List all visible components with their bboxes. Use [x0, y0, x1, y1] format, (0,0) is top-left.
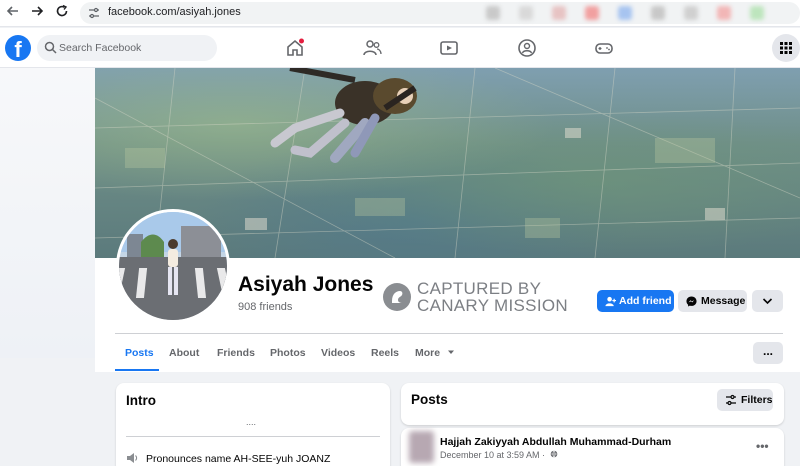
browser-extension-icon[interactable]: [519, 6, 533, 20]
intro-ellipsis: ....: [246, 417, 257, 427]
post-timestamp[interactable]: December 10 at 3:59 AM ·: [440, 450, 558, 460]
browser-extension-icon[interactable]: [486, 6, 500, 20]
canary-icon: [383, 283, 411, 311]
browser-extension-icon[interactable]: [585, 6, 599, 20]
post-author-name[interactable]: Hajjah Zakiyyah Abdullah Muhammad-Durham: [440, 436, 671, 448]
add-friend-label: Add friend: [619, 295, 672, 307]
tab-more-label: More: [415, 347, 441, 359]
posts-title: Posts: [411, 392, 448, 407]
add-person-icon: [605, 296, 616, 307]
gaming-icon[interactable]: [594, 38, 614, 58]
search-box[interactable]: Search Facebook: [37, 35, 217, 61]
browser-extension-icon[interactable]: [651, 6, 665, 20]
intro-title: Intro: [126, 393, 156, 408]
filters-button[interactable]: Filters: [717, 389, 773, 411]
post-options-button[interactable]: •••: [756, 439, 769, 453]
profile-name: Asiyah Jones: [238, 273, 374, 296]
tab-reels[interactable]: Reels: [371, 347, 399, 359]
reload-button[interactable]: [53, 4, 71, 22]
left-gutter: [0, 68, 95, 358]
add-friend-button[interactable]: Add friend: [597, 290, 674, 312]
home-icon[interactable]: [285, 38, 305, 58]
browser-extension-icon[interactable]: [618, 6, 632, 20]
arrow-left-icon: [6, 6, 18, 16]
back-button[interactable]: [4, 4, 22, 22]
tab-posts[interactable]: Posts: [125, 347, 154, 359]
browser-extension-icon[interactable]: [552, 6, 566, 20]
tab-friends[interactable]: Friends: [217, 347, 255, 359]
tab-photos[interactable]: Photos: [270, 347, 306, 359]
filters-label: Filters: [741, 394, 773, 406]
apps-menu-button[interactable]: [772, 34, 800, 62]
message-button[interactable]: Message: [678, 290, 747, 312]
search-input[interactable]: Search Facebook: [59, 42, 141, 54]
grid-menu-icon: [780, 42, 792, 54]
facebook-logo[interactable]: f: [5, 35, 31, 61]
url-text: facebook.com/asiyah.jones: [108, 6, 241, 18]
watch-icon[interactable]: [439, 38, 459, 58]
profile-options-button[interactable]: [752, 290, 783, 312]
pronunciation-text: Pronounces name AH-SEE-yuh JOANZ: [146, 453, 331, 465]
active-tab-indicator: [115, 369, 159, 371]
site-settings-icon[interactable]: [88, 7, 100, 22]
tab-videos[interactable]: Videos: [321, 347, 355, 359]
browser-extension-icon[interactable]: [717, 6, 731, 20]
browser-toolbar: facebook.com/asiyah.jones: [0, 0, 800, 27]
watermark-line-2: CANARY MISSION: [417, 296, 568, 315]
messenger-icon: [686, 296, 697, 307]
filters-icon: [726, 394, 736, 406]
browser-extension-icon[interactable]: [750, 6, 764, 20]
tab-about[interactable]: About: [169, 347, 199, 359]
caret-down-icon: [448, 350, 455, 354]
chevron-down-icon: [762, 298, 773, 305]
message-label: Message: [701, 295, 746, 307]
search-icon: [44, 41, 57, 54]
facebook-header: f Search Facebook: [0, 28, 800, 68]
post-author-avatar[interactable]: [409, 431, 434, 463]
more-options-button[interactable]: ...: [753, 342, 783, 364]
globe-icon: [550, 450, 557, 458]
forward-button[interactable]: [28, 4, 46, 22]
friends-count[interactable]: 908 friends: [238, 301, 292, 313]
browser-extension-icon[interactable]: [684, 6, 698, 20]
avatar-image: [119, 212, 227, 320]
tab-more[interactable]: More: [415, 347, 455, 359]
profile-avatar[interactable]: [116, 209, 230, 323]
speaker-icon: [127, 453, 138, 463]
arrow-right-icon: [32, 6, 44, 16]
friends-icon[interactable]: [362, 38, 382, 58]
groups-icon[interactable]: [517, 38, 537, 58]
profile-divider: [115, 333, 783, 334]
intro-divider: [126, 436, 380, 437]
reload-icon: [56, 4, 68, 17]
